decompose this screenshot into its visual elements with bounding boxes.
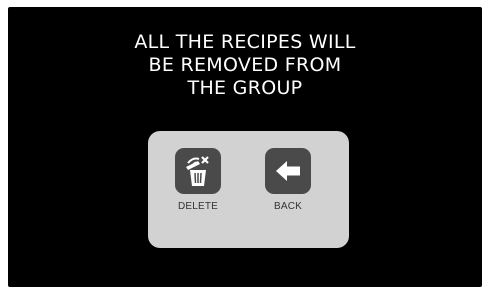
message-line-1: ALL THE RECIPES WILL: [134, 31, 356, 53]
back-tile[interactable]: [265, 148, 311, 194]
delete-label: DELETE: [177, 201, 219, 212]
confirmation-message: ALL THE RECIPES WILL BE REMOVED FROM THE…: [8, 31, 482, 100]
arrow-left-icon: [276, 161, 300, 181]
back-label: BACK: [273, 201, 303, 212]
back-button[interactable]: BACK: [255, 148, 321, 212]
message-line-2: BE REMOVED FROM: [148, 54, 342, 76]
delete-button[interactable]: DELETE: [165, 148, 231, 212]
trash-icon: [186, 156, 209, 186]
message-line-3: THE GROUP: [187, 77, 303, 99]
screen: ALL THE RECIPES WILL BE REMOVED FROM THE…: [8, 7, 482, 287]
action-panel: DELETE BACK: [148, 131, 349, 248]
delete-tile[interactable]: [175, 148, 221, 194]
